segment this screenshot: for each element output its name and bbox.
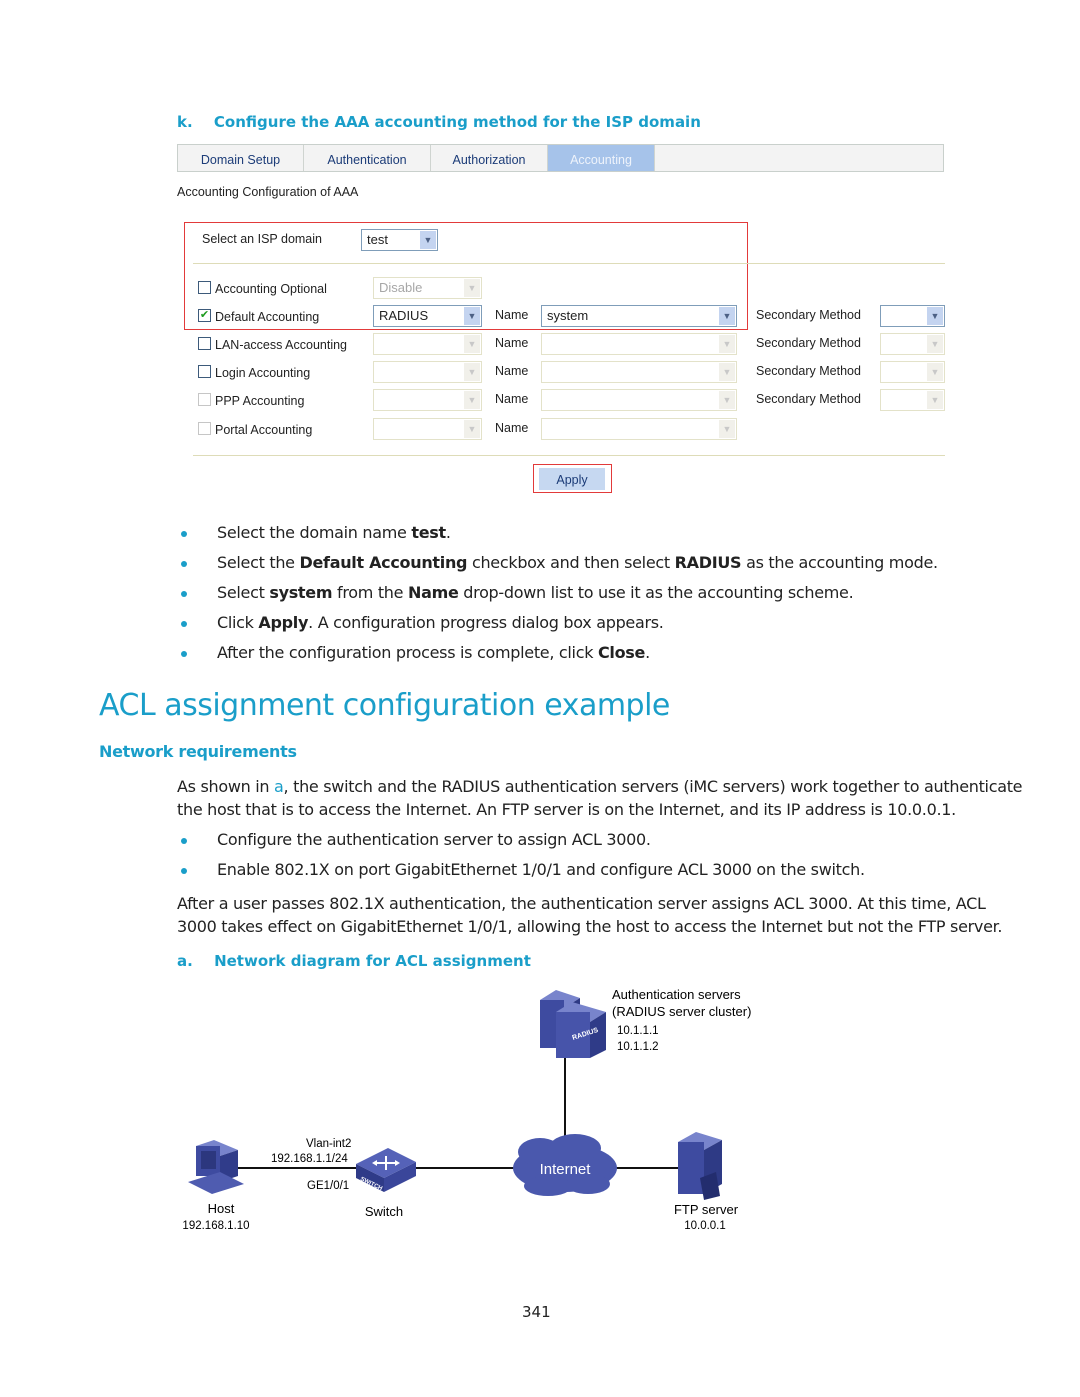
switch-vlan-ip: 192.168.1.1/24 (271, 1153, 348, 1165)
host-ip: 192.168.1.10 (182, 1220, 249, 1232)
switch-label: Switch (365, 1204, 403, 1219)
auth-servers-title-1: Authentication servers (612, 987, 741, 1002)
ftp-label: FTP server (674, 1202, 739, 1217)
switch-vlan-label: Vlan-int2 (306, 1138, 351, 1150)
ftp-server-icon (678, 1132, 722, 1200)
host-pc-icon (188, 1140, 244, 1194)
network-diagram: RADIUS SWITCH Internet Authentication se… (182, 987, 751, 1232)
internet-label: Internet (540, 1161, 592, 1178)
auth-servers-title-2: (RADIUS server cluster) (612, 1004, 751, 1019)
auth-server-ip-2: 10.1.1.2 (617, 1041, 659, 1053)
host-label: Host (208, 1201, 235, 1216)
ftp-ip: 10.0.0.1 (684, 1220, 726, 1232)
switch-port: GE1/0/1 (307, 1180, 349, 1192)
auth-server-ip-1: 10.1.1.1 (617, 1025, 659, 1037)
switch-icon: SWITCH (356, 1148, 416, 1192)
page-number: 341 (522, 1303, 551, 1321)
radius-server-icon: RADIUS (540, 990, 606, 1058)
